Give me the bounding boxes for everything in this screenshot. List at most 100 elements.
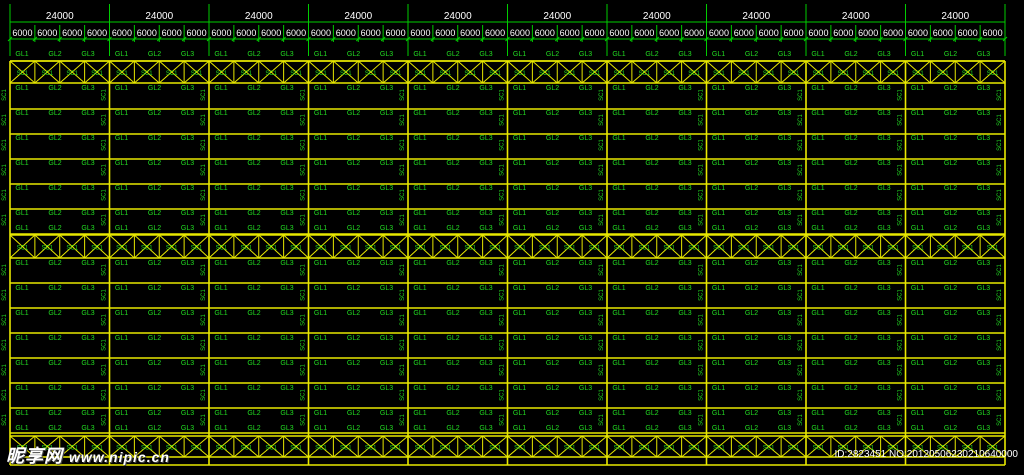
beam-label: GL1 xyxy=(314,260,327,267)
beam-label: GL1 xyxy=(214,85,227,92)
beam-label: GL1 xyxy=(15,385,28,392)
column-label: SC1 xyxy=(301,139,307,151)
beam-label: GL3 xyxy=(81,385,94,392)
beam-label: GL1 xyxy=(214,360,227,367)
beam-label: GL1 xyxy=(413,410,426,417)
beam-label: GL2 xyxy=(148,385,161,392)
beam-label: GL2 xyxy=(546,85,559,92)
brace-label: SC1 xyxy=(589,246,601,252)
column-label: SC1 xyxy=(997,289,1003,301)
beam-label: GL1 xyxy=(712,160,725,167)
beam-label: GL1 xyxy=(712,425,725,432)
beam-label: GL1 xyxy=(413,210,426,217)
beam-label: GL1 xyxy=(513,260,526,267)
beam-label: GL3 xyxy=(380,285,393,292)
column-label: SC1 xyxy=(500,139,506,151)
beam-label: GL3 xyxy=(479,425,492,432)
bay-dimension-text: 6000 xyxy=(958,28,978,38)
brace-label: SC1 xyxy=(614,71,626,77)
beam-label: GL1 xyxy=(811,85,824,92)
beam-label: GL1 xyxy=(513,285,526,292)
column-label: SC1 xyxy=(102,339,108,351)
beam-label: GL3 xyxy=(479,160,492,167)
beam-label: GL3 xyxy=(280,160,293,167)
beam-label: GL2 xyxy=(944,110,957,117)
beam-label: GL1 xyxy=(214,410,227,417)
beam-label: GL1 xyxy=(712,410,725,417)
beam-label: GL1 xyxy=(15,285,28,292)
beam-label: GL3 xyxy=(977,385,990,392)
beam-label: GL1 xyxy=(513,135,526,142)
beam-label: GL2 xyxy=(347,260,360,267)
column-label: SC1 xyxy=(400,89,406,101)
column-label: SC1 xyxy=(898,339,904,351)
beam-label: GL2 xyxy=(347,310,360,317)
column-label: SC1 xyxy=(798,414,804,426)
column-label: SC1 xyxy=(798,364,804,376)
beam-label: GL3 xyxy=(579,410,592,417)
beam-label: GL3 xyxy=(877,135,890,142)
beam-label: GL2 xyxy=(745,51,758,58)
brace-label: SC1 xyxy=(17,71,29,77)
column-label: SC1 xyxy=(898,389,904,401)
column-label: SC1 xyxy=(2,164,8,176)
brace-label: SC1 xyxy=(365,246,377,252)
brace-label: SC1 xyxy=(439,446,451,452)
watermark-id: ID:2823451 NO:20120506230210640000 xyxy=(834,449,1019,460)
beam-label: GL2 xyxy=(247,210,260,217)
beam-label: GL3 xyxy=(678,260,691,267)
beam-label: GL3 xyxy=(678,410,691,417)
watermark-logo-text: 昵享网 xyxy=(6,446,63,466)
beam-label: GL3 xyxy=(280,225,293,232)
beam-label: GL1 xyxy=(413,85,426,92)
beam-label: GL3 xyxy=(579,51,592,58)
beam-label: GL3 xyxy=(479,310,492,317)
beam-label: GL1 xyxy=(712,360,725,367)
beam-label: GL1 xyxy=(911,51,924,58)
brace-label: SC1 xyxy=(862,71,874,77)
column-label: SC1 xyxy=(500,264,506,276)
column-label: SC1 xyxy=(201,414,207,426)
bay-dimension-text: 6000 xyxy=(983,28,1003,38)
column-label: SC1 xyxy=(599,139,605,151)
beam-label: GL1 xyxy=(911,260,924,267)
beam-label: GL1 xyxy=(811,110,824,117)
beam-label: GL3 xyxy=(977,335,990,342)
beam-label: GL3 xyxy=(678,425,691,432)
beam-label: GL3 xyxy=(181,225,194,232)
beam-label: GL2 xyxy=(944,425,957,432)
beam-label: GL3 xyxy=(380,185,393,192)
beam-label: GL1 xyxy=(513,310,526,317)
brace-label: SC1 xyxy=(713,446,725,452)
brace-label: SC1 xyxy=(240,446,252,452)
bay-dimension-text: 6000 xyxy=(162,28,182,38)
brace-label: SC1 xyxy=(713,246,725,252)
brace-label: SC1 xyxy=(464,246,476,252)
beam-label: GL1 xyxy=(712,85,725,92)
column-label: SC1 xyxy=(699,314,705,326)
beam-label: GL3 xyxy=(280,285,293,292)
brace-label: SC1 xyxy=(41,71,53,77)
beam-label: GL1 xyxy=(911,160,924,167)
column-label: SC1 xyxy=(798,289,804,301)
column-label: SC1 xyxy=(898,214,904,226)
beam-label: GL1 xyxy=(314,51,327,58)
beam-label: GL3 xyxy=(778,225,791,232)
brace-label: SC1 xyxy=(365,71,377,77)
beam-label: GL3 xyxy=(877,210,890,217)
beam-label: GL2 xyxy=(645,410,658,417)
beam-label: GL2 xyxy=(48,335,61,342)
brace-label: SC1 xyxy=(813,246,825,252)
bay-dimension-text: 6000 xyxy=(734,28,754,38)
column-label: SC1 xyxy=(798,339,804,351)
brace-label: SC1 xyxy=(937,246,949,252)
beam-label: GL3 xyxy=(81,185,94,192)
beam-label: GL2 xyxy=(645,425,658,432)
beam-label: GL2 xyxy=(446,110,459,117)
column-label: SC1 xyxy=(699,189,705,201)
beam-label: GL3 xyxy=(579,260,592,267)
bay-dimension-text: 6000 xyxy=(858,28,878,38)
brace-label: SC1 xyxy=(638,71,650,77)
beam-label: GL3 xyxy=(81,285,94,292)
beam-label: GL3 xyxy=(778,160,791,167)
